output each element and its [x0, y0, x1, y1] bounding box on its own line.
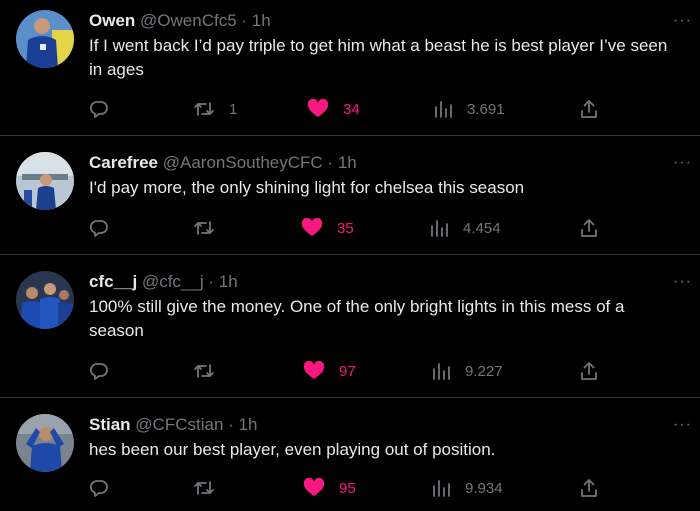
- more-options-icon[interactable]: ···: [673, 273, 692, 291]
- like-button[interactable]: 35: [301, 217, 354, 239]
- author-handle[interactable]: @cfc__j: [142, 272, 204, 291]
- views-count: 9.934: [465, 479, 503, 497]
- reply-button[interactable]: [89, 477, 123, 499]
- timestamp[interactable]: 1h: [239, 415, 258, 434]
- views-icon: [433, 99, 453, 119]
- retweet-icon: [193, 99, 215, 119]
- tweet-text: 100% still give the money. One of the on…: [89, 297, 625, 340]
- more-options-icon[interactable]: ···: [673, 12, 692, 30]
- retweet-icon: [193, 218, 215, 238]
- reply-icon: [89, 478, 109, 498]
- views-button[interactable]: 9.227: [431, 360, 503, 382]
- action-bar: 1 34 3.691: [89, 98, 609, 120]
- share-button[interactable]: [579, 98, 599, 120]
- timestamp[interactable]: 1h: [338, 153, 357, 172]
- more-options-icon[interactable]: ···: [673, 154, 692, 172]
- views-icon: [431, 361, 451, 381]
- views-count: 3.691: [467, 100, 505, 118]
- reply-icon: [89, 218, 109, 238]
- author-handle[interactable]: @OwenCfc5: [140, 11, 237, 30]
- tweet[interactable]: Owen @OwenCfc5 · 1h If I went back I’d p…: [0, 0, 700, 136]
- author-name[interactable]: Owen: [89, 11, 135, 30]
- avatar[interactable]: [16, 414, 74, 472]
- action-bar: 35 4.454: [89, 217, 609, 239]
- reply-button[interactable]: [89, 360, 123, 382]
- author-handle[interactable]: @CFCstian: [135, 415, 223, 434]
- author-name[interactable]: Stian: [89, 415, 131, 434]
- like-button[interactable]: 34: [307, 98, 360, 120]
- share-button[interactable]: [579, 217, 599, 239]
- retweet-icon: [193, 478, 215, 498]
- tweet-text: hes been our best player, even playing o…: [89, 440, 496, 459]
- tweet-text: If I went back I’d pay triple to get him…: [89, 36, 668, 79]
- heart-icon: [307, 99, 329, 119]
- separator: ·: [208, 272, 215, 291]
- retweet-icon: [193, 361, 215, 381]
- author-name[interactable]: Carefree: [89, 153, 158, 172]
- action-bar: 97 9.227: [89, 360, 609, 382]
- like-button[interactable]: 95: [303, 477, 356, 499]
- more-options-icon[interactable]: ···: [673, 416, 692, 434]
- tweet[interactable]: Carefree @AaronSoutheyCFC · 1h I'd pay m…: [0, 136, 700, 255]
- separator: ·: [228, 415, 234, 434]
- action-bar: 95 9.934: [89, 477, 609, 499]
- like-count: 97: [339, 362, 356, 380]
- heart-icon: [303, 478, 325, 498]
- views-icon: [429, 218, 449, 238]
- timestamp[interactable]: 1h: [219, 272, 238, 291]
- views-count: 9.227: [465, 362, 503, 380]
- reply-button[interactable]: [89, 98, 123, 120]
- heart-icon: [303, 361, 325, 381]
- retweet-button[interactable]: [193, 217, 229, 239]
- views-count: 4.454: [463, 219, 501, 237]
- avatar[interactable]: [16, 271, 74, 329]
- tweet[interactable]: cfc__j @cfc__j · 1h 100% still give the …: [0, 255, 700, 398]
- views-button[interactable]: 9.934: [431, 477, 503, 499]
- separator: ·: [241, 11, 248, 30]
- views-button[interactable]: 4.454: [429, 217, 501, 239]
- reply-feed: Owen @OwenCfc5 · 1h If I went back I’d p…: [0, 0, 700, 511]
- avatar[interactable]: [16, 10, 74, 68]
- like-count: 35: [337, 219, 354, 237]
- share-button[interactable]: [579, 360, 599, 382]
- timestamp[interactable]: 1h: [252, 11, 271, 30]
- retweet-count: 1: [229, 100, 238, 118]
- share-icon: [579, 478, 599, 498]
- tweet-text: I'd pay more, the only shining light for…: [89, 178, 525, 197]
- share-icon: [579, 99, 599, 119]
- like-count: 95: [339, 479, 356, 497]
- author-handle[interactable]: @AaronSoutheyCFC: [163, 153, 323, 172]
- retweet-button[interactable]: [193, 360, 229, 382]
- views-icon: [431, 478, 451, 498]
- share-icon: [579, 361, 599, 381]
- separator: ·: [327, 153, 334, 172]
- heart-icon: [301, 218, 323, 238]
- retweet-button[interactable]: [193, 477, 229, 499]
- reply-button[interactable]: [89, 217, 123, 239]
- author-name[interactable]: cfc__j: [89, 272, 137, 291]
- like-count: 34: [343, 100, 360, 118]
- views-button[interactable]: 3.691: [433, 98, 505, 120]
- tweet[interactable]: Stian @CFCstian · 1h hes been our best p…: [0, 398, 700, 511]
- share-button[interactable]: [579, 477, 599, 499]
- like-button[interactable]: 97: [303, 360, 356, 382]
- avatar[interactable]: [16, 152, 74, 210]
- retweet-button[interactable]: 1: [193, 98, 237, 120]
- reply-icon: [89, 99, 109, 119]
- share-icon: [579, 218, 599, 238]
- reply-icon: [89, 361, 109, 381]
